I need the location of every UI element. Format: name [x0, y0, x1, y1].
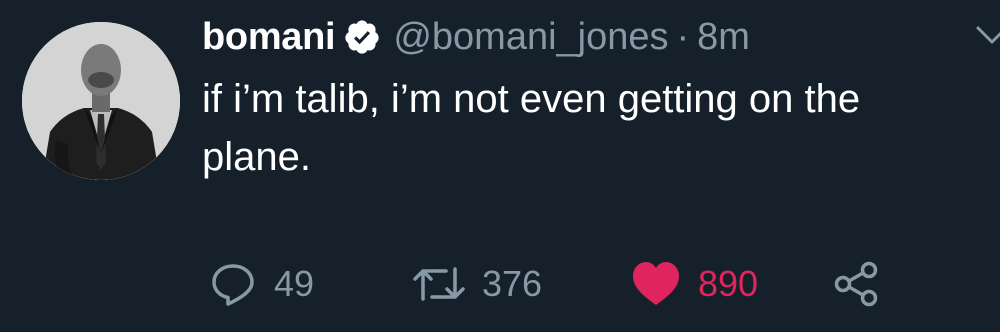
like-button[interactable]: 890 — [630, 259, 772, 309]
tweet[interactable]: bomani @bomani_jones · 8m if i’m talib, … — [0, 0, 1000, 332]
reply-icon — [208, 259, 258, 309]
tweet-actions: 49 376 890 — [208, 256, 882, 312]
user-handle[interactable]: @bomani_jones — [393, 16, 668, 59]
tweet-header: bomani @bomani_jones · 8m — [202, 12, 750, 62]
retweet-button[interactable]: 376 — [412, 259, 562, 309]
like-count: 890 — [698, 263, 759, 304]
reply-button[interactable]: 49 — [208, 259, 318, 309]
separator-dot: · — [676, 15, 690, 58]
avatar-image — [22, 22, 180, 180]
avatar[interactable] — [22, 22, 180, 180]
heart-icon — [630, 259, 682, 309]
retweet-icon — [412, 259, 466, 309]
display-name[interactable]: bomani — [202, 16, 336, 59]
tweet-text: if i’m talib, i’m not even getting on th… — [202, 77, 861, 179]
retweet-count: 376 — [482, 263, 543, 304]
share-icon — [832, 259, 882, 309]
timestamp[interactable]: 8m — [697, 16, 750, 59]
chevron-down-icon[interactable] — [974, 22, 1000, 52]
reply-count: 49 — [274, 263, 315, 304]
verified-badge-icon — [343, 18, 381, 56]
share-button[interactable] — [832, 259, 882, 309]
